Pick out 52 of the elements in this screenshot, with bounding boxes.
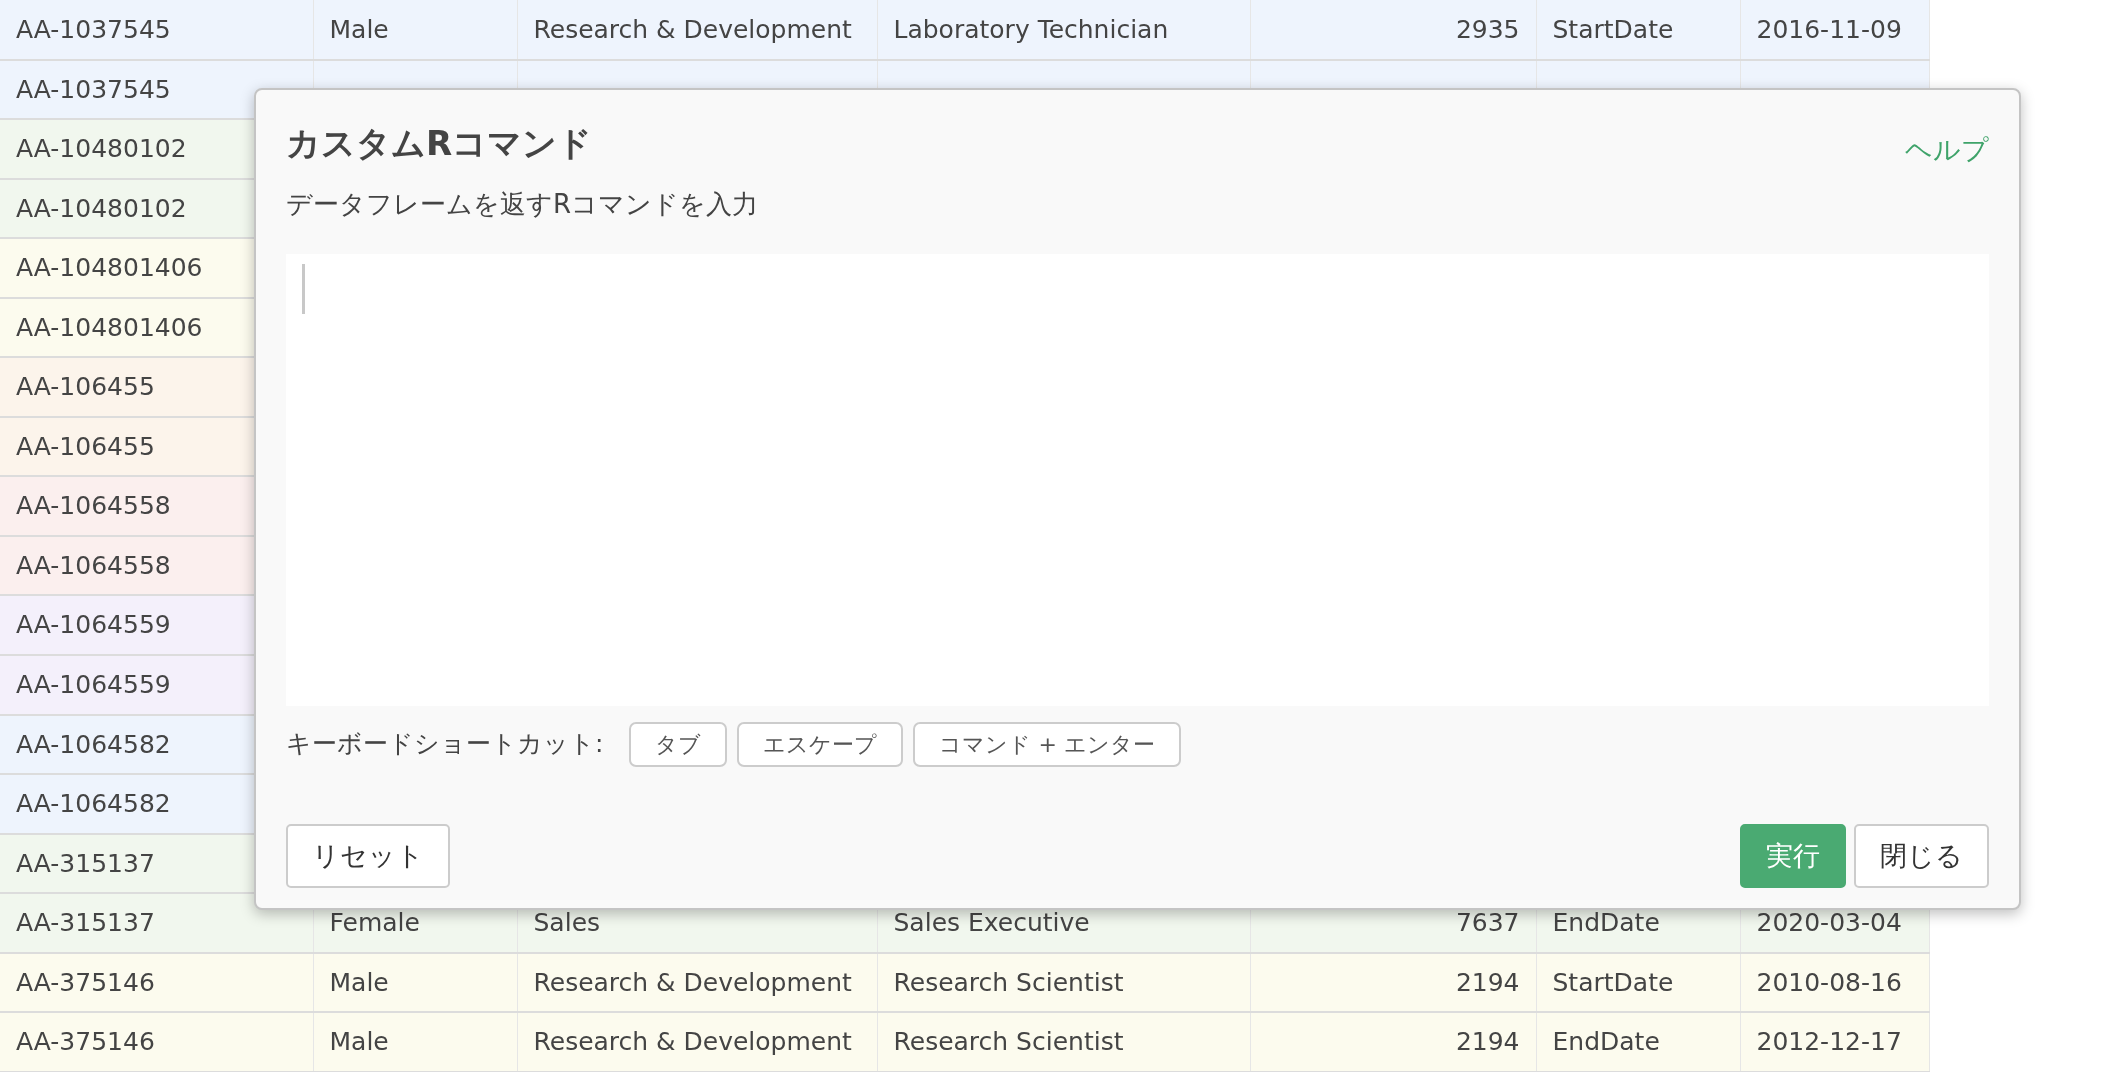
table-cell: AA-1064559	[16, 670, 171, 700]
table-cell: AA-1064582	[16, 789, 171, 819]
table-cell: 2012-12-17	[1756, 1027, 1902, 1057]
table-cell: AA-104801406	[16, 312, 203, 342]
text-cursor	[302, 263, 305, 314]
table-cell: Laboratory Technician	[893, 14, 1169, 44]
table-cell: 2016-11-09	[1756, 14, 1902, 44]
table-cell: Research Scientist	[893, 967, 1124, 997]
dialog-subtitle: データフレームを返すRコマンドを入力	[286, 187, 760, 221]
table-cell: AA-106455	[16, 431, 155, 461]
table-cell: AA-1064559	[16, 610, 171, 640]
shortcut-key: エスケープ	[737, 721, 904, 767]
table-cell: Male	[329, 1027, 389, 1057]
table-cell: AA-375146	[16, 967, 155, 997]
table-cell: AA-10480102	[16, 193, 187, 223]
table-cell: AA-1064558	[16, 550, 171, 580]
table-cell: Female	[329, 908, 420, 938]
shortcuts-label: キーボードショートカット:	[286, 728, 604, 761]
dialog-button[interactable]: リセット	[286, 823, 450, 888]
table-cell: Sales Executive	[893, 908, 1090, 938]
table-cell: 2020-03-04	[1756, 908, 1902, 938]
code-editor[interactable]	[286, 253, 1989, 706]
table-cell: AA-315137	[16, 908, 155, 938]
dialog-button[interactable]: 閉じる	[1854, 823, 1989, 888]
table-cell: AA-1037545	[16, 14, 171, 44]
table-cell: Male	[329, 14, 389, 44]
table-cell: StartDate	[1552, 967, 1674, 997]
table-cell: EndDate	[1552, 908, 1660, 938]
table-cell: AA-106455	[16, 372, 155, 402]
table-cell: 2010-08-16	[1756, 967, 1902, 997]
table-cell: EndDate	[1552, 1027, 1660, 1057]
table-cell: 2194	[1455, 1027, 1520, 1057]
table-cell: Male	[329, 967, 389, 997]
dialog-title: カスタムRコマンド	[286, 122, 593, 165]
table-cell: AA-1037545	[16, 74, 171, 104]
table-cell: Research & Development	[533, 1027, 852, 1057]
table-cell: Sales	[533, 908, 601, 938]
table-cell: 2935	[1455, 14, 1520, 44]
table-cell: AA-1064558	[16, 491, 171, 521]
table-cell: Research & Development	[533, 14, 852, 44]
table-cell: Research & Development	[533, 967, 852, 997]
table-cell: AA-104801406	[16, 253, 203, 283]
table-cell: StartDate	[1552, 14, 1674, 44]
table-cell: 7637	[1455, 908, 1520, 938]
table-cell: 2194	[1455, 967, 1520, 997]
table-cell: Research Scientist	[893, 1027, 1124, 1057]
table-cell: AA-1064582	[16, 729, 171, 759]
shortcut-key: タブ	[629, 721, 728, 767]
shortcut-key: コマンド + エンター	[913, 721, 1181, 767]
table-cell: AA-315137	[16, 848, 155, 878]
table-cell: AA-10480102	[16, 134, 187, 164]
table-cell: AA-375146	[16, 1027, 155, 1057]
